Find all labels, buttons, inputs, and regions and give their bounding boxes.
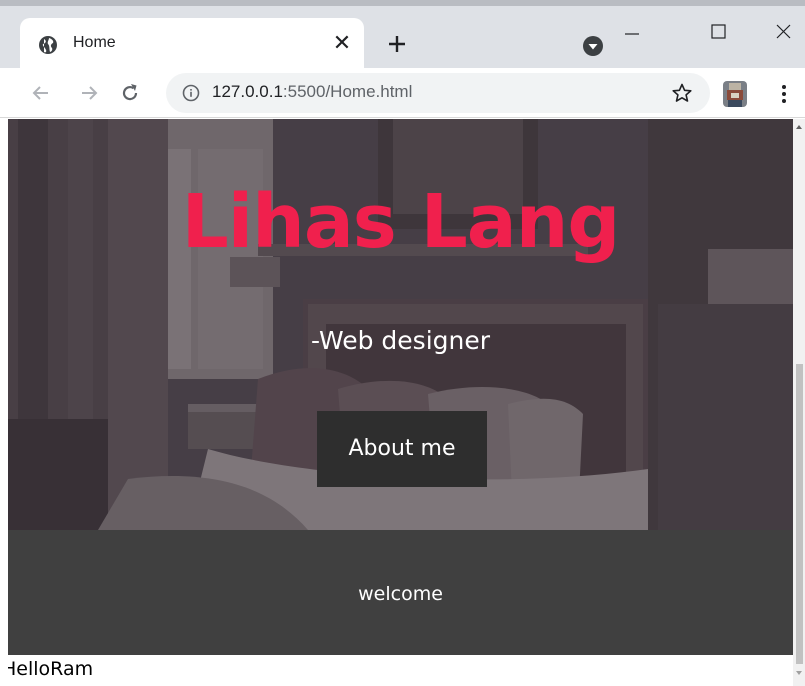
page-viewport: Lihas Lang -Web designer About me welcom… bbox=[8, 119, 793, 686]
close-tab-icon[interactable]: ✕ bbox=[331, 31, 353, 57]
page-left-edge bbox=[0, 119, 8, 686]
page-scrollbar[interactable] bbox=[793, 119, 805, 686]
back-arrow-icon[interactable] bbox=[28, 80, 54, 106]
avatar[interactable] bbox=[723, 81, 747, 107]
globe-icon bbox=[39, 36, 57, 54]
hero-section: Lihas Lang -Web designer About me bbox=[8, 119, 793, 530]
reload-icon[interactable] bbox=[117, 80, 143, 106]
tab-bar: Home ✕ bbox=[0, 6, 805, 74]
welcome-text: welcome bbox=[358, 583, 443, 605]
tab-title: Home bbox=[73, 34, 116, 51]
about-me-button[interactable]: About me bbox=[317, 411, 487, 487]
scrollbar-thumb[interactable] bbox=[796, 364, 803, 664]
hero-subtitle: -Web designer bbox=[310, 326, 491, 355]
star-icon[interactable] bbox=[671, 82, 693, 104]
scroll-up-arrow-icon[interactable] bbox=[796, 125, 802, 129]
welcome-section: welcome bbox=[8, 530, 793, 655]
toolbar: 127.0.0.1:5500/Home.html bbox=[0, 68, 805, 118]
plus-icon[interactable] bbox=[383, 30, 411, 58]
address-bar[interactable]: 127.0.0.1:5500/Home.html bbox=[166, 73, 710, 113]
forward-arrow-icon[interactable] bbox=[76, 80, 102, 106]
kebab-menu-icon[interactable] bbox=[780, 83, 788, 105]
hero-title: Lihas Lang bbox=[181, 179, 621, 265]
browser-window: Home ✕ 127.0.0.1:5500/Home.html Lihas La… bbox=[0, 0, 805, 686]
media-control-icon[interactable] bbox=[582, 35, 604, 57]
tab-home[interactable]: Home ✕ bbox=[20, 18, 364, 74]
url-text[interactable]: 127.0.0.1:5500/Home.html bbox=[212, 82, 412, 102]
minimize-icon[interactable] bbox=[608, 14, 654, 52]
scroll-down-arrow-icon[interactable] bbox=[796, 671, 802, 675]
url-host: 127.0.0.1 bbox=[212, 82, 283, 101]
footer-text: HelloRam bbox=[8, 658, 94, 680]
close-icon[interactable] bbox=[760, 14, 805, 52]
info-icon[interactable] bbox=[182, 84, 200, 102]
maximize-icon[interactable] bbox=[695, 14, 741, 52]
url-path: :5500/Home.html bbox=[282, 82, 413, 101]
